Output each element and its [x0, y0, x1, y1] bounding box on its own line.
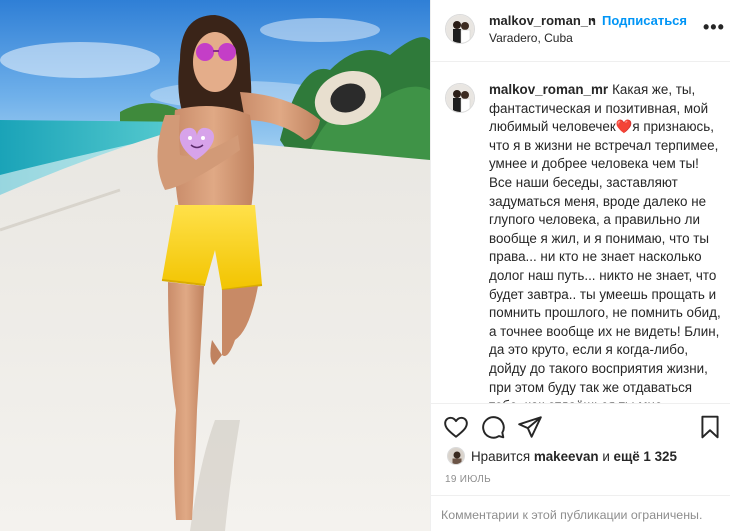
- beach-photo-image: [0, 0, 430, 531]
- caption-author-avatar[interactable]: [445, 83, 475, 113]
- heart-icon[interactable]: [443, 414, 469, 440]
- caption-username[interactable]: malkov_roman_mr: [489, 82, 608, 97]
- post-author-username[interactable]: malkov_roman_n: [489, 13, 596, 28]
- liker-username[interactable]: makeevan: [534, 449, 599, 464]
- post-date[interactable]: 19 июль: [445, 474, 491, 485]
- comments-restricted-notice: Комментарии к этой публикации ограничены…: [441, 508, 703, 522]
- header-separator: •: [591, 12, 596, 27]
- author-avatar[interactable]: [445, 14, 475, 44]
- follow-button[interactable]: Подписаться: [602, 13, 687, 28]
- post-location[interactable]: Varadero, Cuba: [489, 31, 573, 45]
- post-photo[interactable]: [0, 0, 430, 531]
- comments-restricted-bar: Комментарии к этой публикации ограничены…: [431, 495, 730, 531]
- avatar-couple-icon: [446, 15, 474, 43]
- post-caption: malkov_roman_mr Какая же, ты, фантастичес…: [489, 81, 725, 403]
- avatar-person-icon: [448, 448, 464, 464]
- likes-conjunction: и: [598, 449, 614, 464]
- post-header: malkov_roman_n • Подписаться Varadero, C…: [431, 0, 730, 62]
- comment-icon[interactable]: [480, 414, 506, 440]
- likes-prefix: Нравится: [471, 449, 534, 464]
- more-icon[interactable]: •••: [703, 18, 725, 36]
- share-icon[interactable]: [517, 414, 543, 440]
- likes-summary: Нравится makeevan и ещё 1 325: [471, 449, 677, 464]
- bookmark-icon[interactable]: [697, 414, 723, 440]
- liker-avatar[interactable]: [447, 447, 465, 465]
- caption-text: Какая же, ты, фантастическая и позитивна…: [489, 82, 721, 403]
- avatar-couple-icon: [446, 84, 474, 112]
- post-side-panel: malkov_roman_n • Подписаться Varadero, C…: [430, 0, 730, 531]
- likes-count[interactable]: ещё 1 325: [614, 449, 677, 464]
- caption-section: malkov_roman_mr Какая же, ты, фантастичес…: [431, 63, 730, 403]
